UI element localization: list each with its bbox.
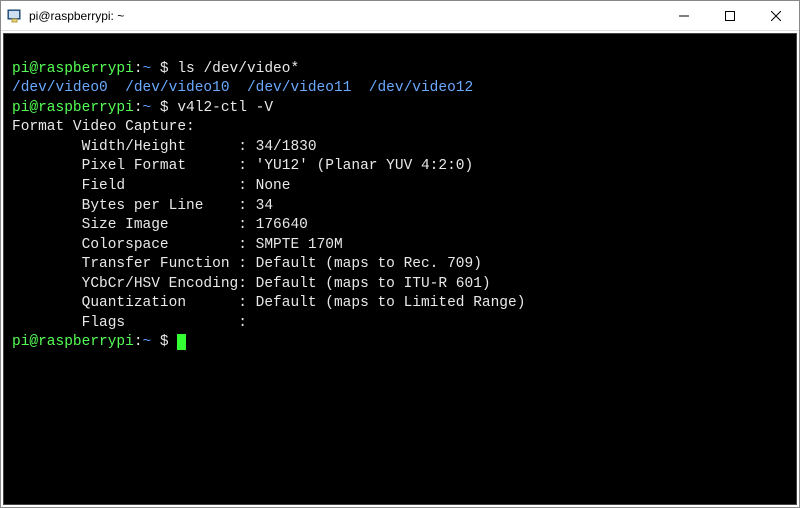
- prompt-path: ~: [143, 100, 152, 116]
- format-header: Format Video Capture:: [12, 119, 195, 135]
- prompt-sep: :: [134, 334, 143, 350]
- field-transfer-function-value: Default (maps to Rec. 709): [256, 256, 482, 272]
- field-width-height-value: 34/1830: [256, 139, 317, 155]
- prompt-end: $: [151, 61, 177, 77]
- prompt-userhost: pi@raspberrypi: [12, 100, 134, 116]
- field-quantization-label: Quantization: [12, 295, 238, 311]
- putty-icon: [7, 8, 23, 24]
- field-pixel-format-value: 'YU12' (Planar YUV 4:2:0): [256, 158, 474, 174]
- prompt-end: $: [151, 100, 177, 116]
- field-transfer-function-label: Transfer Function: [12, 256, 238, 272]
- field-flags-label: Flags: [12, 315, 238, 331]
- terminal-area[interactable]: pi@raspberrypi:~ $ ls /dev/video* /dev/v…: [3, 33, 797, 505]
- ls-output: /dev/video0 /dev/video10 /dev/video11 /d…: [12, 80, 473, 96]
- window-title: pi@raspberrypi: ~: [29, 9, 661, 23]
- field-colorspace-label: Colorspace: [12, 237, 238, 253]
- minimize-button[interactable]: [661, 1, 707, 30]
- prompt-path: ~: [143, 334, 152, 350]
- command-v4l2: v4l2-ctl -V: [177, 100, 273, 116]
- field-field-label: Field: [12, 178, 238, 194]
- window-controls: [661, 1, 799, 30]
- maximize-button[interactable]: [707, 1, 753, 30]
- prompt-sep: :: [134, 100, 143, 116]
- field-ycbcr-encoding-label: YCbCr/HSV Encoding: [12, 276, 238, 292]
- prompt-userhost: pi@raspberrypi: [12, 334, 134, 350]
- close-button[interactable]: [753, 1, 799, 30]
- field-width-height-label: Width/Height: [12, 139, 238, 155]
- cursor: [177, 334, 186, 350]
- field-quantization-value: Default (maps to Limited Range): [256, 295, 526, 311]
- field-pixel-format-label: Pixel Format: [12, 158, 238, 174]
- field-size-image-value: 176640: [256, 217, 308, 233]
- prompt-sep: :: [134, 61, 143, 77]
- prompt-userhost: pi@raspberrypi: [12, 61, 134, 77]
- field-field-value: None: [256, 178, 291, 194]
- field-bytes-per-line-label: Bytes per Line: [12, 198, 238, 214]
- titlebar[interactable]: pi@raspberrypi: ~: [1, 1, 799, 31]
- field-colorspace-value: SMPTE 170M: [256, 237, 343, 253]
- prompt-end: $: [151, 334, 177, 350]
- field-ycbcr-encoding-value: Default (maps to ITU-R 601): [256, 276, 491, 292]
- command-ls: ls /dev/video*: [177, 61, 299, 77]
- putty-window: pi@raspberrypi: ~ pi@raspberrypi:~ $ ls …: [0, 0, 800, 508]
- prompt-path: ~: [143, 61, 152, 77]
- field-size-image-label: Size Image: [12, 217, 238, 233]
- field-bytes-per-line-value: 34: [256, 198, 273, 214]
